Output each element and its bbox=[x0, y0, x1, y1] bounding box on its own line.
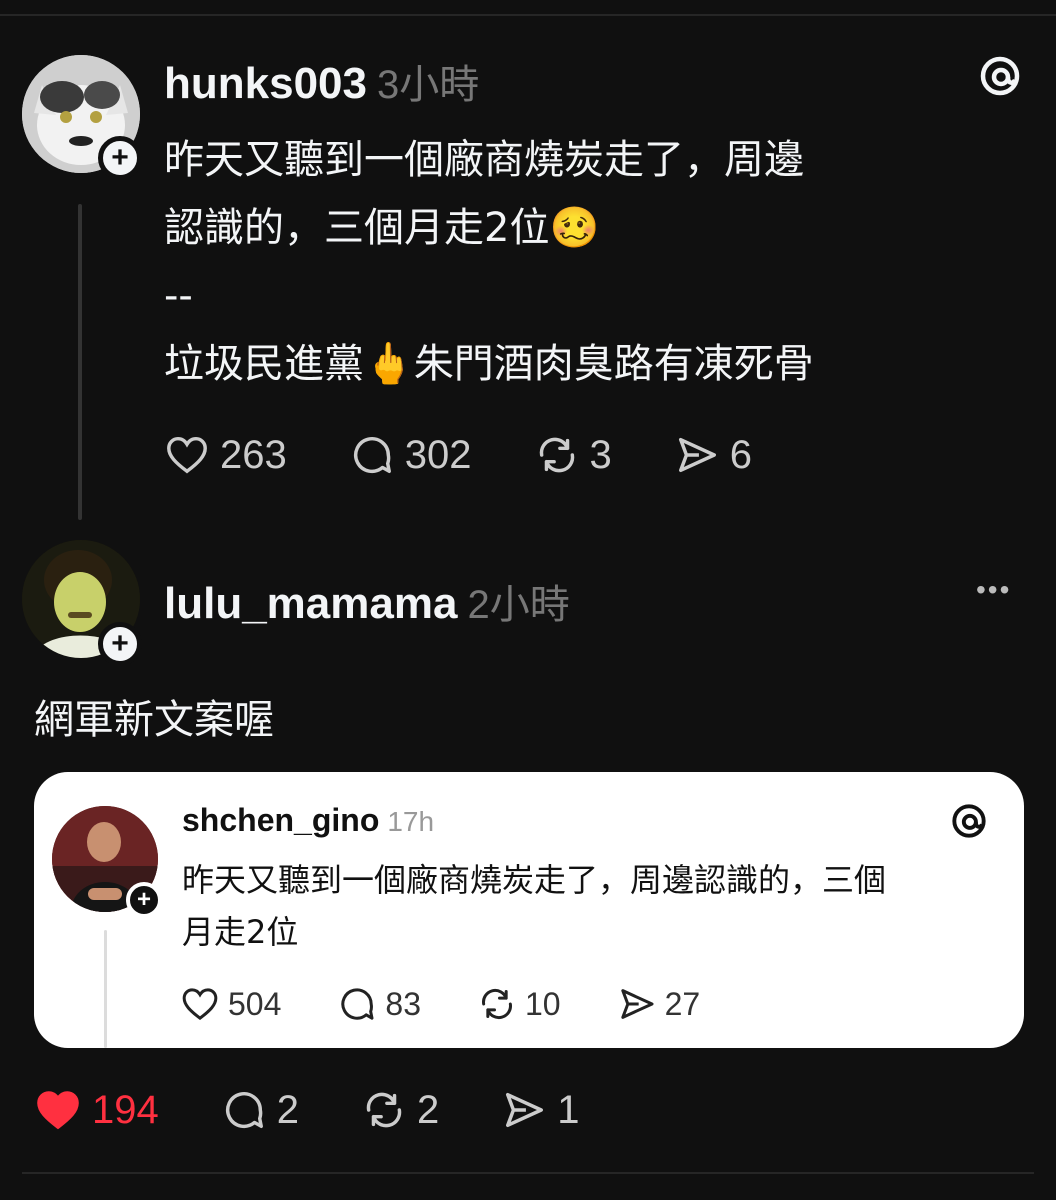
post-author: hunks003 3小時 bbox=[164, 52, 479, 110]
follow-plus-button[interactable]: + bbox=[98, 136, 142, 180]
like-button[interactable]: 504 bbox=[180, 984, 281, 1024]
comment-icon bbox=[353, 437, 391, 474]
bottom-divider bbox=[22, 1172, 1034, 1174]
repost-count: 3 bbox=[589, 432, 612, 477]
follow-plus-button[interactable]: + bbox=[126, 882, 162, 918]
repost-icon bbox=[482, 988, 512, 1020]
reply-actions: 194 2 2 1 bbox=[34, 1086, 642, 1134]
reply-button[interactable]: 83 bbox=[337, 984, 421, 1024]
top-divider bbox=[0, 14, 1056, 16]
quoted-post-card[interactable]: + shchen_gino 17h 昨天又聽到一個廠商燒炭走了，周邊認識的，三個 … bbox=[34, 772, 1024, 1048]
reply-author: lulu_mamama 2小時 bbox=[164, 572, 570, 630]
share-button[interactable]: 27 bbox=[617, 984, 701, 1024]
quoted-body: 昨天又聽到一個廠商燒炭走了，周邊認識的，三個 月走2位 bbox=[182, 854, 1002, 958]
thread-line bbox=[104, 930, 107, 1048]
reply-body: 網軍新文案喔 bbox=[34, 697, 274, 743]
repost-icon bbox=[366, 1092, 402, 1128]
repost-button[interactable]: 10 bbox=[477, 984, 561, 1024]
post-line: 認識的，三個月走2位🥴 bbox=[164, 205, 600, 251]
heart-icon bbox=[182, 988, 218, 1021]
like-button[interactable]: 263 bbox=[164, 432, 287, 478]
post-actions: 263 302 3 6 bbox=[164, 432, 814, 478]
comment-icon bbox=[225, 1092, 263, 1129]
post-line: -- bbox=[164, 273, 193, 319]
plus-icon: + bbox=[111, 627, 129, 660]
heart-icon bbox=[167, 436, 207, 474]
reply-count: 2 bbox=[276, 1087, 299, 1132]
reply-button[interactable]: 302 bbox=[349, 432, 472, 478]
like-count: 263 bbox=[220, 432, 287, 477]
like-count: 504 bbox=[228, 985, 282, 1022]
username-link[interactable]: shchen_gino bbox=[182, 802, 379, 838]
share-button[interactable]: 6 bbox=[674, 432, 752, 478]
post-time: 3小時 bbox=[376, 63, 480, 107]
quoted-actions: 504 83 10 27 bbox=[180, 984, 756, 1024]
post-line: 垃圾民進黨🖕朱門酒肉臭路有凍死骨 bbox=[164, 341, 814, 387]
reply-count: 302 bbox=[404, 432, 472, 477]
follow-plus-button[interactable]: + bbox=[98, 622, 142, 666]
like-button[interactable]: 194 bbox=[34, 1086, 159, 1134]
more-options-icon[interactable]: ••• bbox=[976, 574, 1011, 606]
heart-filled-icon bbox=[37, 1091, 79, 1130]
quoted-line: 昨天又聽到一個廠商燒炭走了，周邊認識的，三個 bbox=[182, 861, 887, 899]
username-link[interactable]: hunks003 bbox=[164, 59, 367, 108]
send-icon bbox=[678, 437, 716, 473]
post-body: 昨天又聽到一個廠商燒炭走了，周邊 認識的，三個月走2位🥴 -- 垃圾民進黨🖕朱門… bbox=[164, 126, 1024, 398]
share-count: 27 bbox=[664, 985, 701, 1022]
quoted-author: shchen_gino 17h bbox=[182, 802, 434, 839]
repost-button[interactable]: 3 bbox=[534, 432, 612, 478]
share-button[interactable]: 1 bbox=[501, 1087, 580, 1133]
reply-button[interactable]: 2 bbox=[221, 1087, 299, 1133]
post-line: 昨天又聽到一個廠商燒炭走了，周邊 bbox=[164, 137, 804, 183]
share-count: 6 bbox=[729, 432, 752, 477]
repost-icon bbox=[539, 437, 574, 473]
repost-button[interactable]: 2 bbox=[361, 1087, 439, 1133]
like-count: 194 bbox=[92, 1087, 159, 1132]
share-count: 1 bbox=[557, 1087, 580, 1132]
send-icon bbox=[620, 989, 654, 1019]
thread-line bbox=[78, 204, 82, 520]
threads-logo-icon[interactable] bbox=[950, 802, 988, 845]
send-icon bbox=[506, 1092, 544, 1128]
repost-count: 2 bbox=[417, 1087, 440, 1132]
repost-count: 10 bbox=[524, 985, 561, 1022]
reply-count: 83 bbox=[385, 985, 421, 1022]
quoted-time: 17h bbox=[387, 806, 435, 837]
reply-time: 2小時 bbox=[467, 583, 570, 627]
plus-icon: + bbox=[111, 141, 129, 174]
quoted-line: 月走2位 bbox=[182, 913, 299, 951]
plus-icon: + bbox=[136, 886, 151, 913]
comment-icon bbox=[341, 988, 374, 1020]
threads-logo-icon[interactable] bbox=[978, 54, 1024, 100]
username-link[interactable]: lulu_mamama bbox=[164, 579, 457, 628]
